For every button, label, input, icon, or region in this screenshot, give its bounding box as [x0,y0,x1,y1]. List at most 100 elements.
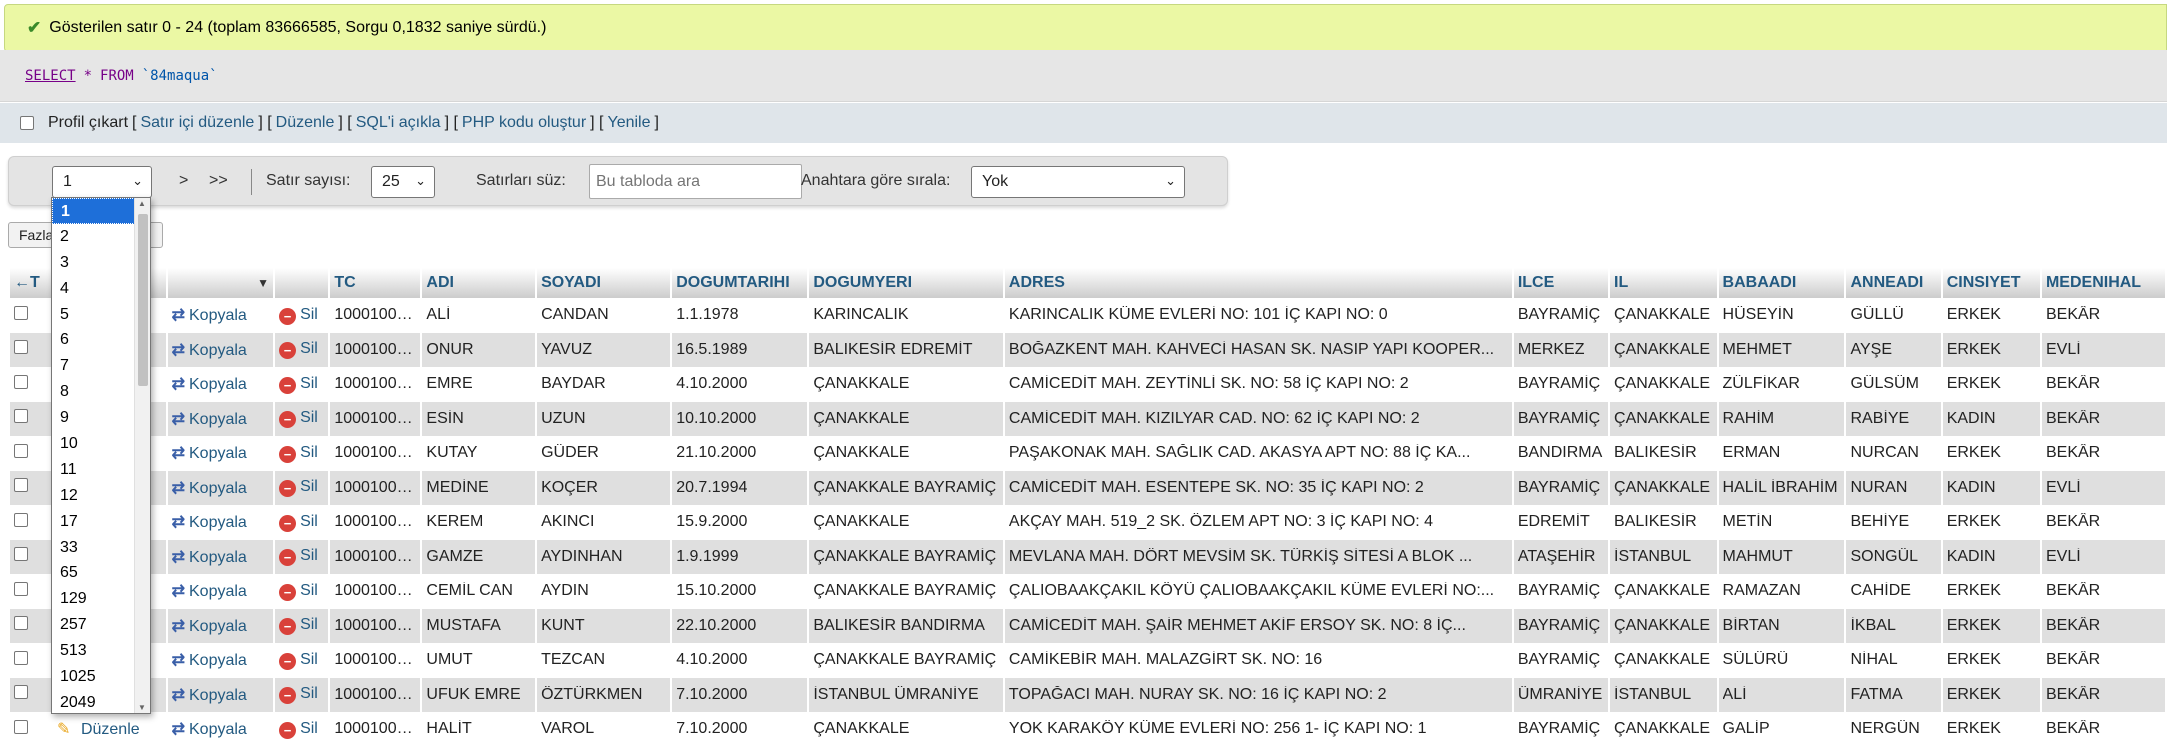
page-option[interactable]: 257 [52,612,135,638]
table-cell[interactable]: AKINCI [537,505,671,540]
column-header[interactable]: ADI [422,268,536,298]
table-cell[interactable]: ÇALIOBAAKÇAKIL KÖYÜ ÇALIOBAAKÇAKIL KÜME … [1004,574,1512,609]
table-cell[interactable]: SONGÜL [1846,539,1941,574]
table-cell[interactable]: İSTANBUL [1610,539,1717,574]
delete-row-link[interactable]: Sil [300,547,318,564]
inline-edit-link[interactable]: Satır içi düzenle [140,114,254,132]
delete-row-link[interactable]: Sil [300,375,318,392]
table-cell[interactable]: 4.10.2000 [672,367,808,402]
table-cell[interactable]: GAMZE [422,539,536,574]
table-cell[interactable]: ONUR [422,332,536,367]
table-cell[interactable]: KARINCALIK [809,298,1003,333]
table-cell[interactable]: BAYRAMİÇ [1513,470,1609,505]
column-header[interactable]: ANNEADI [1846,268,1941,298]
last-page-button[interactable]: >> [209,172,228,190]
table-cell[interactable]: ERKEK [1942,677,2040,712]
sql-select-keyword[interactable]: SELECT [25,68,76,84]
table-cell[interactable]: 20.7.1994 [672,470,808,505]
table-cell[interactable]: CAMİCEDİT MAH. KIZILYAR CAD. NO: 62 İÇ K… [1004,401,1512,436]
row-checkbox[interactable] [14,719,28,734]
table-cell[interactable]: CAMİCEDİT MAH. ZEYTİNLİ SK. NO: 58 İÇ KA… [1004,367,1512,402]
delete-row-link[interactable]: Sil [300,340,318,357]
dropdown-scrollbar[interactable]: ▲ ▼ [134,198,150,713]
table-cell[interactable]: 15.9.2000 [672,505,808,540]
table-cell[interactable]: RAMAZAN [1718,574,1845,609]
row-checkbox[interactable] [14,547,28,562]
table-cell[interactable]: 10001000596 [330,367,421,402]
table-cell[interactable]: ESİN [422,401,536,436]
column-header[interactable]: DOGUMYERI [809,268,1003,298]
table-cell[interactable]: CAHİDE [1846,574,1941,609]
copy-row-link[interactable]: Kopyala [189,652,247,669]
table-cell[interactable]: ÇANAKKALE [1610,332,1717,367]
column-header[interactable]: SOYADI [537,268,671,298]
table-cell[interactable]: ERKEK [1942,505,2040,540]
table-cell[interactable]: ÇANAKKALE [1610,401,1717,436]
table-cell[interactable]: ÇANAKKALE BAYRAMİÇ [809,643,1003,678]
scroll-up-icon[interactable]: ▲ [138,199,146,208]
table-cell[interactable]: CEMİL CAN [422,574,536,609]
table-cell[interactable]: ÇANAKKALE [1610,712,1717,747]
page-option[interactable]: 129 [52,586,135,612]
table-cell[interactable]: 4.10.2000 [672,643,808,678]
table-cell[interactable]: TEZCAN [537,643,671,678]
table-cell[interactable]: MAHMUT [1718,539,1845,574]
table-cell[interactable]: ATAŞEHİR [1513,539,1609,574]
page-option[interactable]: 33 [52,535,135,561]
table-cell[interactable]: NURAN [1846,470,1941,505]
table-cell[interactable]: ÇANAKKALE [1610,608,1717,643]
table-cell[interactable]: BAYRAMİÇ [1513,298,1609,333]
table-cell[interactable]: KUTAY [422,436,536,471]
edit-link[interactable]: Düzenle [276,114,335,132]
table-cell[interactable]: 10001001586 [330,712,421,747]
copy-row-link[interactable]: Kopyala [189,687,247,704]
table-cell[interactable]: TOPAĞACI MAH. NURAY SK. NO: 16 İÇ KAPI N… [1004,677,1512,712]
column-header[interactable]: IL [1610,268,1717,298]
page-option[interactable]: 7 [52,353,135,379]
table-cell[interactable]: İSTANBUL [1610,677,1717,712]
column-header[interactable]: MEDENIHAL [2041,268,2165,298]
table-cell[interactable]: BALIKESİR [1610,436,1717,471]
table-cell[interactable]: BEKÂR [2041,401,2165,436]
table-cell[interactable]: 7.10.2000 [672,677,808,712]
table-cell[interactable]: 15.10.2000 [672,574,808,609]
sort-menu-header[interactable]: ▼ [167,268,274,298]
delete-row-link[interactable]: Sil [300,478,318,495]
table-cell[interactable]: HALİL İBRAHİM [1718,470,1845,505]
table-cell[interactable]: METİN [1718,505,1845,540]
row-checkbox[interactable] [14,409,28,424]
row-checkbox[interactable] [14,512,28,527]
table-cell[interactable]: ÇANAKKALE [1610,367,1717,402]
table-cell[interactable]: CAMİKEBİR MAH. MALAZGİRT SK. NO: 16 [1004,643,1512,678]
table-cell[interactable]: BAYRAMİÇ [1513,401,1609,436]
table-cell[interactable]: ERKEK [1942,608,2040,643]
table-cell[interactable]: NURCAN [1846,436,1941,471]
rows-count-select[interactable]: 25 ⌄ [371,166,435,198]
table-cell[interactable]: BAYRAMİÇ [1513,712,1609,747]
table-cell[interactable]: UMUT [422,643,536,678]
table-cell[interactable]: ERMAN [1718,436,1845,471]
delete-row-link[interactable]: Sil [300,306,318,323]
table-cell[interactable]: ERKEK [1942,332,2040,367]
table-cell[interactable]: KADIN [1942,401,2040,436]
row-checkbox[interactable] [14,616,28,631]
table-cell[interactable]: 7.10.2000 [672,712,808,747]
table-cell[interactable]: KEREM [422,505,536,540]
table-cell[interactable]: BAYRAMİÇ [1513,367,1609,402]
page-option[interactable]: 65 [52,560,135,586]
table-cell[interactable]: AYŞE [1846,332,1941,367]
table-cell[interactable]: 10001000664 [330,401,421,436]
copy-row-link[interactable]: Kopyala [189,514,247,531]
table-cell[interactable]: BALIKESİR BANDIRMA [809,608,1003,643]
table-cell[interactable]: ERKEK [1942,436,2040,471]
table-cell[interactable]: EDREMİT [1513,505,1609,540]
table-cell[interactable]: ÇANAKKALE [1610,643,1717,678]
table-cell[interactable]: MEDİNE [422,470,536,505]
copy-row-link[interactable]: Kopyala [189,411,247,428]
table-cell[interactable]: ÇANAKKALE [1610,298,1717,333]
table-cell[interactable]: 10001000800 [330,470,421,505]
copy-row-link[interactable]: Kopyala [189,445,247,462]
table-cell[interactable]: CAMİCEDİT MAH. ESENTEPE SK. NO: 35 İÇ KA… [1004,470,1512,505]
delete-row-link[interactable]: Sil [300,685,318,702]
column-header[interactable]: ILCE [1513,268,1609,298]
